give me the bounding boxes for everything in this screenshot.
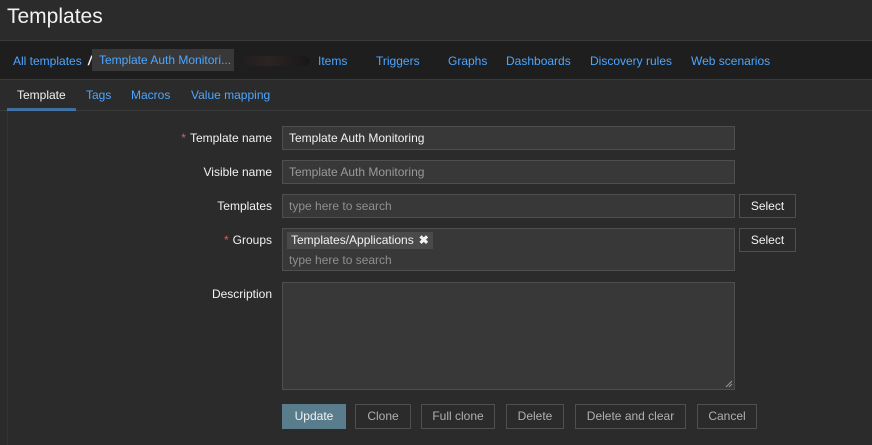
update-button[interactable]: Update (282, 404, 346, 429)
description-textarea[interactable] (282, 282, 735, 390)
tabs-bar: Template Tags Macros Value mapping (0, 80, 872, 111)
remove-chip-icon[interactable]: ✖ (419, 232, 429, 249)
page-title: Templates (7, 5, 103, 28)
group-chip-label: Templates/Applications (291, 233, 414, 247)
required-asterisk: * (181, 131, 186, 145)
clone-button[interactable]: Clone (355, 404, 411, 429)
groups-multiselect[interactable]: Templates/Applications ✖ type here to sea… (282, 228, 735, 271)
nav-dashboards-link[interactable]: Dashboards (506, 54, 571, 68)
visible-name-input[interactable]: Template Auth Monitoring (282, 160, 735, 184)
required-asterisk: * (223, 233, 229, 247)
nav-items-link[interactable]: Items (318, 54, 347, 68)
delete-button[interactable]: Delete (506, 404, 564, 429)
breadcrumb-current-template[interactable]: Template Auth Monitori... (92, 49, 234, 71)
visible-name-label: Visible name (203, 165, 272, 179)
templates-search-input[interactable]: type here to search (282, 194, 735, 218)
delete-and-clear-button[interactable]: Delete and clear (575, 404, 686, 429)
nav-web-scenarios-link[interactable]: Web scenarios (691, 54, 770, 68)
description-label: Description (211, 287, 272, 301)
groups-label: * Groups (223, 233, 272, 247)
nav-triggers-link[interactable]: Triggers (376, 54, 420, 68)
cancel-button[interactable]: Cancel (697, 404, 757, 429)
template-name-input[interactable]: Template Auth Monitoring (282, 126, 735, 150)
groups-search-input[interactable]: type here to search (289, 253, 392, 267)
templates-label: Templates (217, 199, 272, 213)
templates-select-button[interactable]: Select (739, 194, 796, 218)
nav-graphs-link[interactable]: Graphs (448, 54, 487, 68)
redacted-area (240, 56, 310, 66)
groups-select-button[interactable]: Select (739, 228, 796, 252)
template-name-label: * Template name (181, 131, 272, 145)
page-header: Templates (0, 0, 872, 40)
full-clone-button[interactable]: Full clone (421, 404, 495, 429)
tab-value-mapping[interactable]: Value mapping (191, 88, 270, 102)
breadcrumb-all-templates[interactable]: All templates (13, 54, 82, 68)
group-chip: Templates/Applications ✖ (287, 232, 433, 249)
tab-tags[interactable]: Tags (86, 88, 111, 102)
nav-discovery-rules-link[interactable]: Discovery rules (590, 54, 672, 68)
breadcrumb-current-label: Template Auth Monitori... (99, 53, 232, 67)
tab-template[interactable]: Template (17, 88, 66, 102)
resize-grip-icon[interactable] (725, 380, 733, 388)
tab-macros[interactable]: Macros (131, 88, 170, 102)
